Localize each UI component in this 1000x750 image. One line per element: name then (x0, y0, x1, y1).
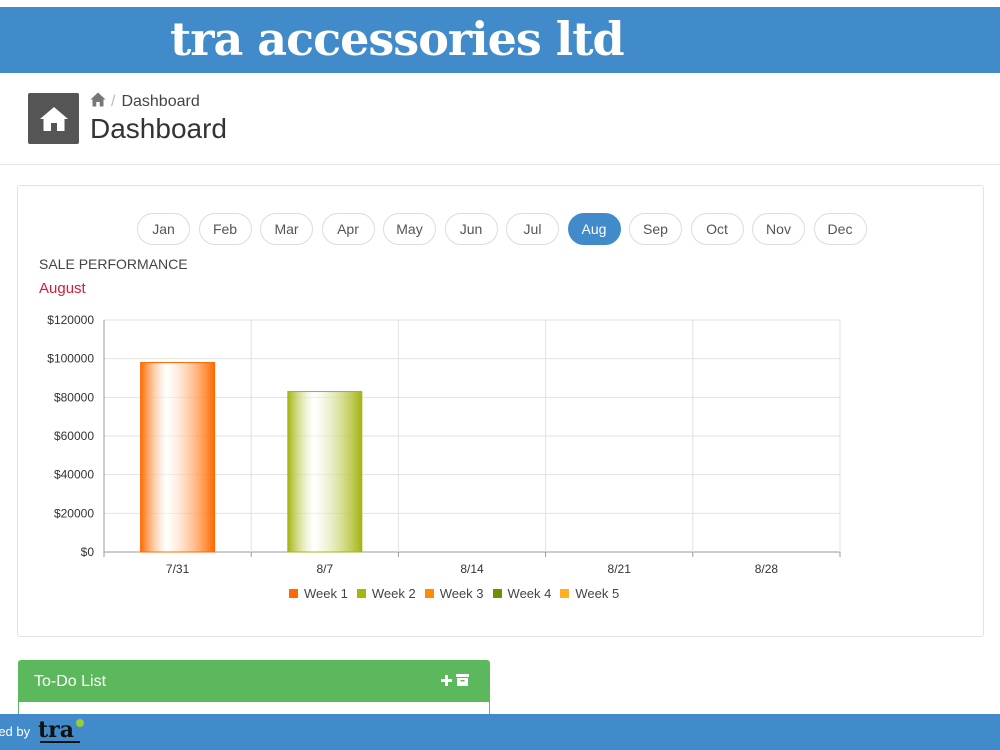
top-banner: tra accessories ltd (0, 7, 1000, 73)
page-header: / Dashboard Dashboard (0, 73, 1000, 165)
legend-swatch (424, 589, 434, 598)
y-tick-label: $80000 (54, 390, 94, 404)
bar-7-31 (140, 362, 216, 553)
bar-8-7 (287, 391, 363, 553)
y-tick-label: $100000 (47, 352, 94, 366)
legend-item[interactable]: Week 2 (356, 586, 416, 601)
powered-by-text: red by (0, 724, 31, 739)
breadcrumb-separator: / (111, 93, 116, 110)
legend-label: Week 1 (304, 586, 348, 601)
legend-swatch (356, 589, 366, 598)
y-tick-label: $60000 (54, 429, 94, 443)
sales-panel: Jan Feb Mar Apr May Jun Jul Aug Sep Oct Nov Dec SAL… (17, 185, 984, 637)
breadcrumb-home-icon[interactable] (90, 92, 106, 112)
footer-logo-text: tra (38, 717, 74, 743)
y-tick-label: $40000 (54, 468, 94, 482)
chart-legend: Week 1 Week 2 Week 3 Week 4 Week 5 (289, 586, 628, 601)
legend-label: Week 5 (575, 586, 620, 601)
todo-title: To-Do List (34, 672, 107, 690)
legend-swatch (289, 589, 298, 598)
footer-logo: tra (38, 717, 84, 743)
todo-header: To-Do List (19, 661, 489, 702)
legend-label: Week 3 (439, 586, 484, 601)
legend-item[interactable]: Week 5 (560, 586, 619, 601)
breadcrumb: / Dashboard (90, 92, 200, 112)
x-tick-label: 8/14 (460, 562, 484, 576)
x-tick-label: 7/31 (166, 562, 190, 576)
legend-label: Week 2 (371, 586, 416, 601)
y-tick-label: $20000 (54, 506, 94, 520)
x-tick-label: 8/21 (608, 562, 632, 576)
sales-bar-chart: $0 $20000 $40000 $60000 $80000 $100000 $120000… (47, 313, 841, 576)
legend-label: Week 4 (507, 586, 552, 601)
legend-item[interactable]: Week 3 (424, 586, 484, 601)
legend-item[interactable]: Week 1 (289, 586, 348, 601)
x-tick-label: 8/7 (316, 562, 333, 576)
archive-icon[interactable] (456, 673, 469, 691)
plus-icon[interactable] (441, 673, 452, 691)
todo-panel: To-Do List (18, 660, 490, 720)
breadcrumb-current: Dashboard (121, 93, 200, 110)
legend-swatch (560, 589, 570, 598)
legend-swatch (492, 589, 502, 598)
footer: red by tra (0, 714, 1000, 750)
home-icon (28, 93, 79, 144)
y-tick-label: $0 (81, 545, 95, 559)
page-title: Dashboard (90, 113, 227, 144)
brand-name: tra accessories ltd (170, 12, 625, 66)
y-tick-label: $120000 (47, 313, 94, 327)
legend-item[interactable]: Week 4 (492, 586, 552, 601)
todo-actions (441, 673, 469, 691)
x-tick-label: 8/28 (755, 562, 779, 576)
